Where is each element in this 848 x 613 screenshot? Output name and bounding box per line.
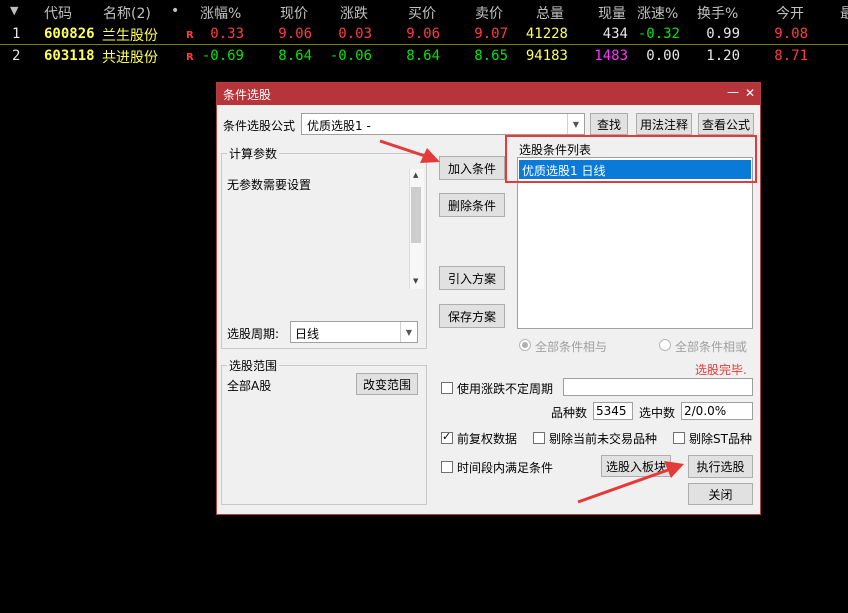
arrow-to-execute: [577, 461, 684, 504]
annotation-arrows: [379, 139, 684, 504]
arrow-to-add-condition: [379, 139, 440, 163]
